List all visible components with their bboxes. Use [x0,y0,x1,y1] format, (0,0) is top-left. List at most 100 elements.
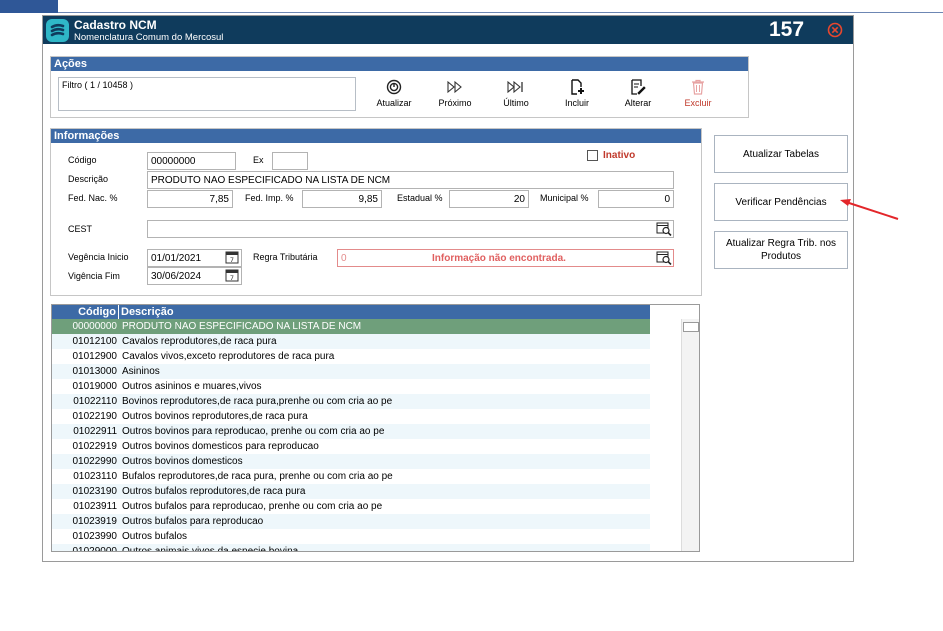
row-description: Outros bufalos para reproducao, prenhe o… [122,501,383,512]
row-code: 01012900 [72,351,118,362]
table-row[interactable]: 01012100 Cavalos reprodutores,de raca pur… [52,334,650,349]
title-bar: Cadastro NCM Nomenclatura Comum do Merco… [43,16,853,44]
atualizar-regra-button[interactable]: Atualizar Regra Trib. nos Produtos [714,231,848,269]
alterar-button[interactable]: Alterar [613,79,663,113]
refresh-icon [386,79,402,95]
row-description: Outros animais vivos da especie bovina [122,546,299,552]
row-code: 01013000 [72,366,118,377]
table-row[interactable]: 01022911 Outros bovinos para reproducao, … [52,424,650,439]
row-code: 01022990 [72,456,118,467]
row-code: 01023990 [72,531,118,542]
atualizar-tabelas-button[interactable]: Atualizar Tabelas [714,135,848,173]
filter-display: Filtro ( 1 / 10458 ) [58,77,356,111]
row-description: Bovinos reprodutores,de raca pura,prenhe… [122,396,393,407]
calendar-icon[interactable]: 7 [225,268,239,282]
add-document-icon [571,79,584,95]
atualizar-label: Atualizar [376,98,412,108]
informacoes-header: Informações [51,129,701,143]
cest-label: CEST [68,224,93,234]
app-logo-icon [46,19,69,42]
codigo-field[interactable]: 00000000 [147,152,236,170]
scrollbar-thumb[interactable] [683,322,699,332]
fed-nac-label: Fed. Nac. % [68,193,118,203]
row-description: Outros bufalos reprodutores,de raca pura [122,486,306,497]
cest-field[interactable] [147,220,674,238]
table-row[interactable]: 01029000 Outros animais vivos da especie … [52,544,650,552]
svg-text:7: 7 [230,274,234,282]
trash-icon [692,79,704,95]
table-row[interactable]: 01019000 Outros asininos e muares,vivos [52,379,650,394]
proximo-button[interactable]: Próximo [430,79,480,113]
row-code: 01023919 [72,516,118,527]
ultimo-button[interactable]: Último [491,79,541,113]
excluir-label: Excluir [684,98,712,108]
row-code: 01023190 [72,486,118,497]
row-code: 01029000 [72,546,118,552]
descricao-field[interactable]: PRODUTO NAO ESPECIFICADO NA LISTA DE NCM [147,171,674,189]
regra-message: Informação não encontrada. [432,253,566,264]
table-row[interactable]: 01023919 Outros bufalos para reproducao [52,514,650,529]
last-icon [507,80,523,94]
regra-search-icon[interactable] [656,251,672,265]
row-code: 01022190 [72,411,118,422]
row-description: Outros bovinos reprodutores,de raca pura [122,411,308,422]
app-subtitle: Nomenclatura Comum do Mercosul [74,32,224,43]
proximo-label: Próximo [438,98,472,108]
inativo-checkbox[interactable] [587,150,598,161]
table-row[interactable]: 01022190 Outros bovinos reprodutores,de r… [52,409,650,424]
calendar-icon[interactable]: 7 [225,250,239,264]
grid-body: 00000000 PRODUTO NAO ESPECIFICADO NA LIST… [52,319,650,552]
record-counter: 157 [769,18,805,41]
table-row[interactable]: 01023190 Outros bufalos reprodutores,de r… [52,484,650,499]
grid-scrollbar[interactable] [681,319,699,551]
table-row[interactable]: 01012900 Cavalos vivos,exceto reprodutore… [52,349,650,364]
fed-imp-label: Fed. Imp. % [245,193,294,203]
inativo-label: Inativo [603,150,636,161]
verificar-pendencias-button[interactable]: Verificar Pendências [714,183,848,221]
next-icon [447,80,462,94]
ex-field[interactable] [272,152,308,170]
estadual-label: Estadual % [397,193,443,203]
row-description: Bufalos reprodutores,de raca pura, prenh… [122,471,393,482]
row-description: Outros bufalos [122,531,188,542]
table-row[interactable]: 01022919 Outros bovinos domesticos para r… [52,439,650,454]
edit-document-icon [631,79,646,95]
row-code: 01019000 [72,381,118,392]
table-row[interactable]: 01022110 Bovinos reprodutores,de raca pur… [52,394,650,409]
municipal-field[interactable]: 0 [598,190,674,208]
vig-inicio-label: Vegência Inicio [68,252,129,262]
table-row[interactable]: 01022990 Outros bovinos domesticos [52,454,650,469]
col-codigo-header[interactable]: Código [52,305,119,319]
excluir-button[interactable]: Excluir [673,79,723,113]
row-code: 01022911 [73,426,117,437]
table-row[interactable]: 00000000 PRODUTO NAO ESPECIFICADO NA LIST… [52,319,650,334]
acoes-header: Ações [51,57,748,71]
estadual-field[interactable]: 20 [449,190,529,208]
row-description: Outros bovinos domesticos para reproduca… [122,441,319,452]
fed-imp-field[interactable]: 9,85 [302,190,382,208]
incluir-label: Incluir [564,98,589,108]
ultimo-label: Último [503,98,529,108]
alterar-label: Alterar [624,98,652,108]
ncm-window: Cadastro NCM Nomenclatura Comum do Merco… [42,15,854,562]
table-row[interactable]: 01023110 Bufalos reprodutores,de raca pur… [52,469,650,484]
grid-header: Código Descrição [52,305,650,319]
incluir-button[interactable]: Incluir [552,79,602,113]
table-row[interactable]: 01023990 Outros bufalos [52,529,650,544]
cest-search-icon[interactable] [656,222,672,236]
close-icon[interactable] [827,22,843,38]
col-descricao-header[interactable]: Descrição [121,305,174,319]
row-description: PRODUTO NAO ESPECIFICADO NA LISTA DE NCM [122,321,362,332]
codigo-label: Código [68,155,97,165]
table-row[interactable]: 01013000 Asininos [52,364,650,379]
municipal-label: Municipal % [540,193,589,203]
annotation-arrow-icon [840,199,899,220]
descricao-label: Descrição [68,174,109,184]
row-code: 01023911 [73,501,117,512]
fed-nac-field[interactable]: 7,85 [147,190,233,208]
svg-text:7: 7 [230,256,234,264]
atualizar-button[interactable]: Atualizar [369,79,419,113]
row-code: 01023110 [73,471,117,482]
table-row[interactable]: 01023911 Outros bufalos para reproducao, … [52,499,650,514]
regra-field[interactable]: 0 Informação não encontrada. [337,249,674,267]
